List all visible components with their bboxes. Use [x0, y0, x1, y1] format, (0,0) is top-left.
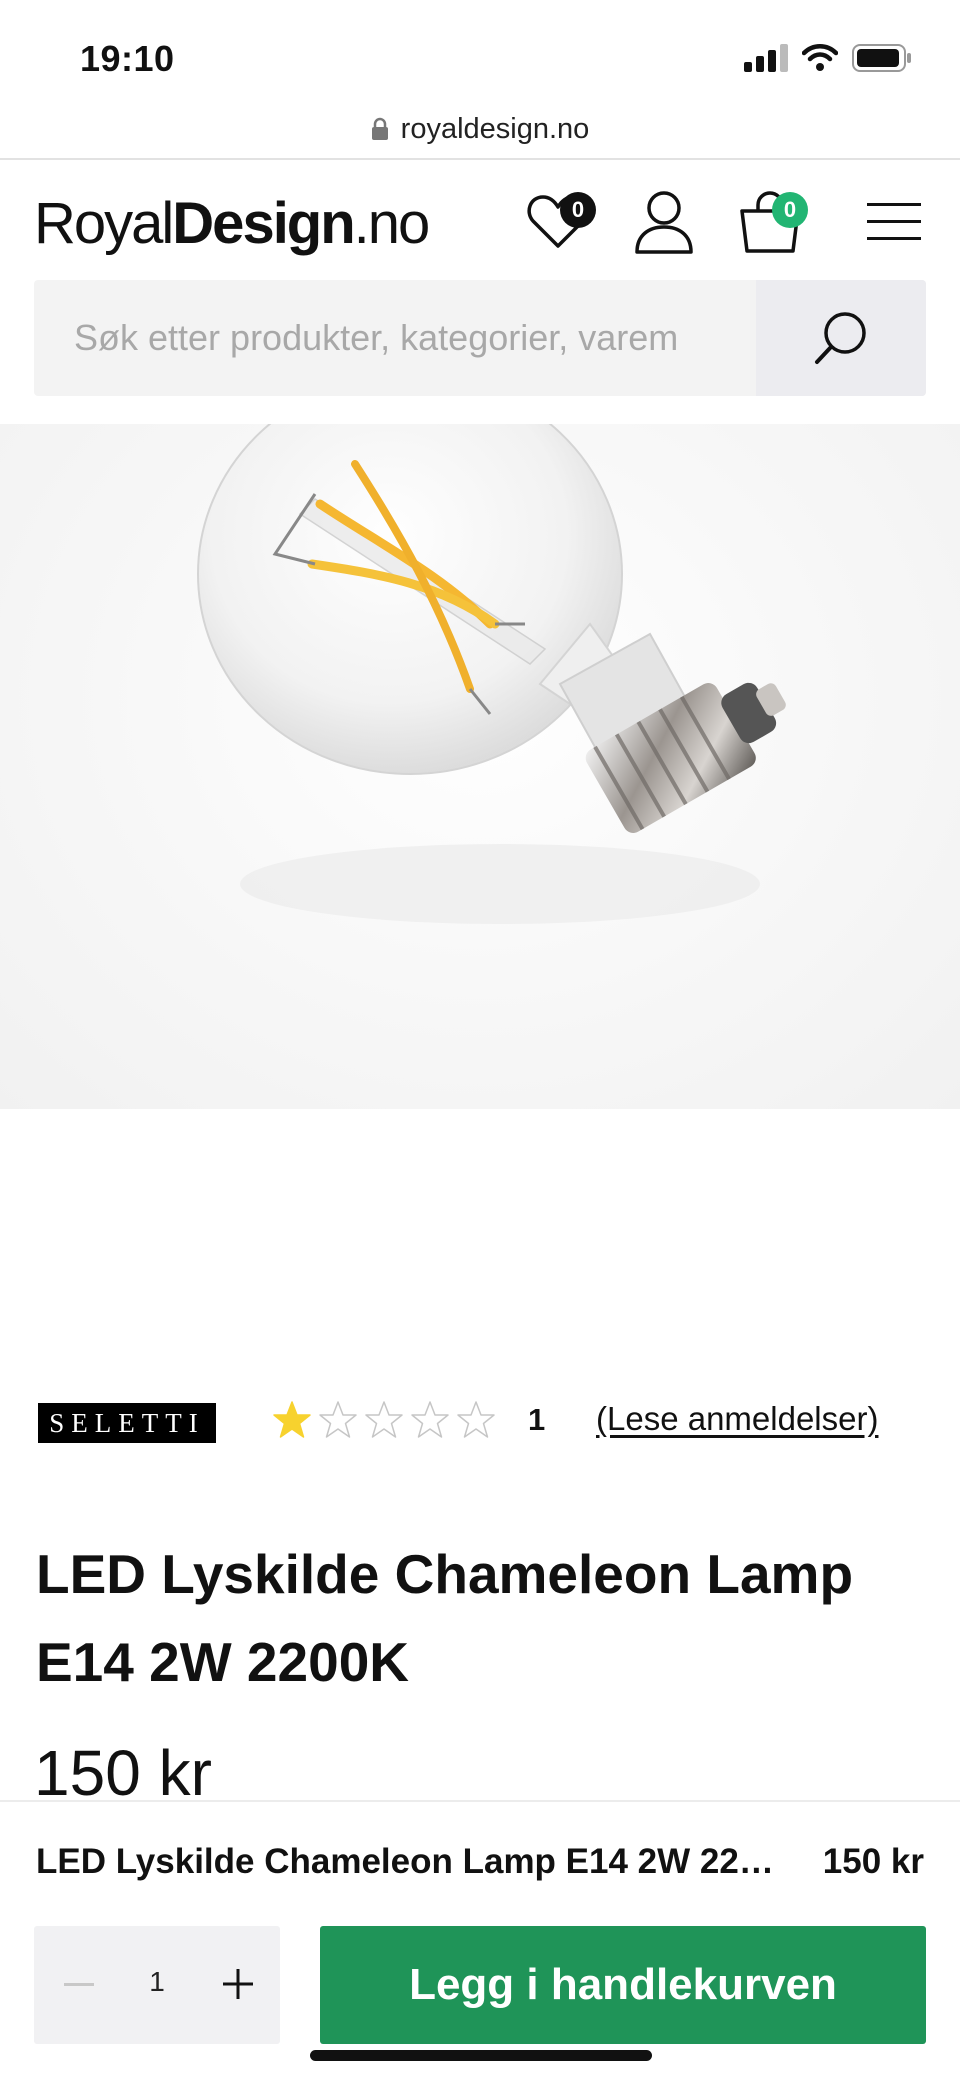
hamburger-menu-icon	[867, 203, 921, 240]
star-empty-icon	[365, 1401, 403, 1438]
url-text: royaldesign.no	[400, 112, 590, 145]
sticky-product-name: LED Lyskilde Chameleon Lamp E14 2W 2200K	[36, 1842, 786, 1881]
account-button[interactable]	[624, 182, 704, 262]
rating-stars[interactable]	[272, 1400, 496, 1440]
product-price: 150 kr	[34, 1737, 212, 1809]
search-bar	[34, 280, 926, 396]
user-icon	[635, 191, 693, 254]
quantity-increase-button[interactable]	[210, 1956, 266, 2012]
search-button[interactable]	[756, 280, 926, 396]
menu-button[interactable]	[854, 182, 934, 262]
logo-part-suffix: .no	[353, 191, 431, 256]
add-to-cart-button[interactable]: Legg i handlekurven	[320, 1926, 926, 2044]
wishlist-count-badge: 0	[560, 192, 596, 228]
sticky-product-price: 150 kr	[822, 1842, 924, 1881]
cart-button[interactable]: 0	[730, 182, 810, 262]
minus-icon	[64, 1983, 94, 1986]
cart-count-badge: 0	[772, 192, 808, 228]
site-header: RoyalDesign.no 0 0	[0, 160, 960, 280]
quantity-stepper: 1	[34, 1926, 280, 2044]
read-reviews-link[interactable]: (Lese anmeldelser)	[596, 1400, 878, 1438]
signal-icon	[744, 44, 788, 72]
quantity-decrease-button[interactable]	[54, 1960, 104, 2010]
site-logo[interactable]: RoyalDesign.no	[34, 190, 431, 257]
status-icons	[744, 44, 912, 72]
home-indicator	[310, 2050, 652, 2061]
sticky-cart-bar: LED Lyskilde Chameleon Lamp E14 2W 2200K…	[0, 1800, 960, 2078]
search-input[interactable]	[34, 280, 756, 396]
star-empty-icon	[457, 1401, 495, 1438]
light-bulb-image	[197, 424, 786, 924]
status-time: 19:10	[80, 38, 175, 79]
plus-icon	[223, 1969, 253, 1999]
star-filled-icon	[273, 1401, 311, 1438]
lock-icon	[371, 117, 388, 140]
product-image[interactable]	[0, 424, 960, 1109]
brand-logo[interactable]: SELETTI	[38, 1403, 216, 1443]
logo-part-royal: Royal	[34, 191, 174, 256]
logo-part-design: Design	[172, 191, 355, 256]
search-icon	[815, 312, 866, 364]
wifi-icon	[802, 44, 838, 71]
quantity-value[interactable]: 1	[134, 1966, 180, 1998]
status-bar: 19:10	[0, 0, 960, 100]
battery-icon	[852, 44, 911, 72]
rating-count: 1	[528, 1402, 546, 1437]
address-bar[interactable]: royaldesign.no	[0, 100, 960, 158]
star-empty-icon	[319, 1401, 357, 1438]
star-empty-icon	[411, 1401, 449, 1438]
wishlist-button[interactable]: 0	[518, 182, 598, 262]
product-title: LED Lyskilde Chameleon Lamp E14 2W 2200K	[36, 1543, 854, 1693]
